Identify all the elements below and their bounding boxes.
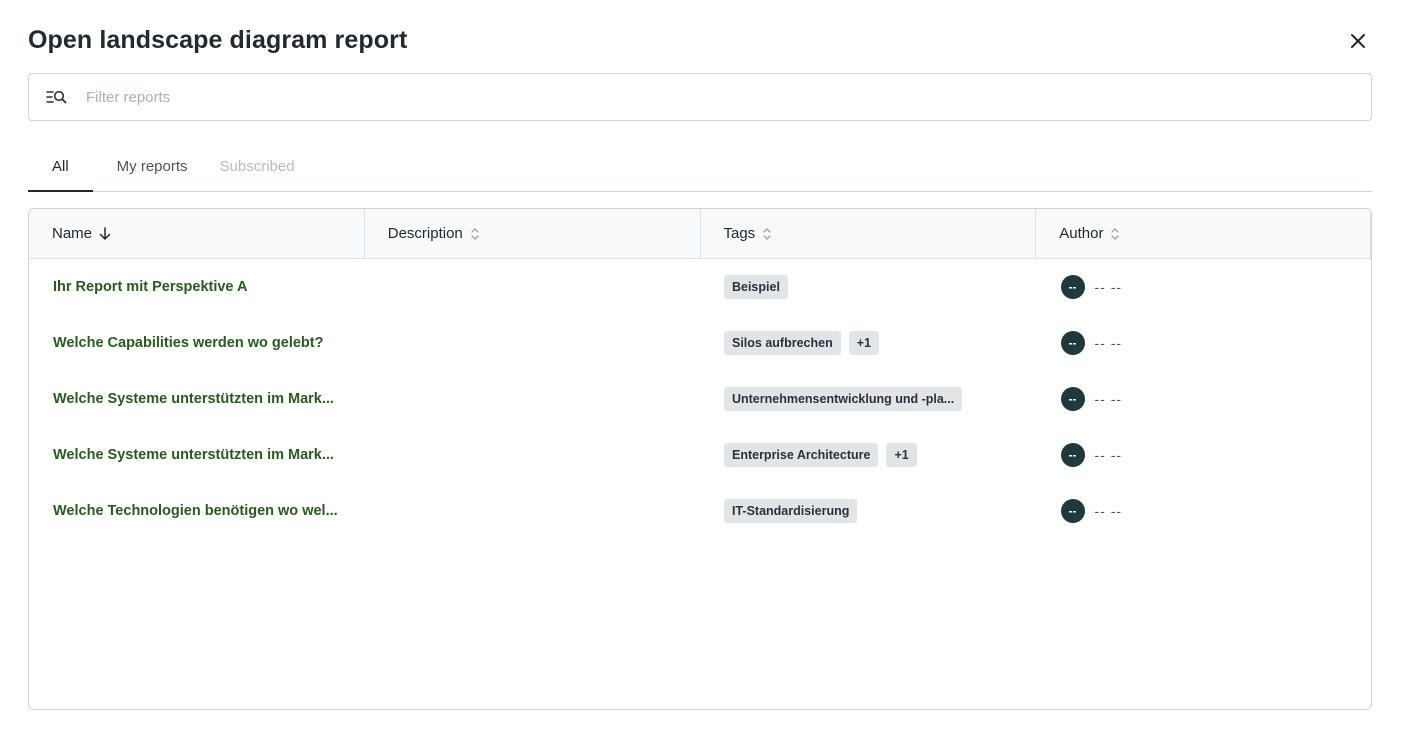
sort-icon <box>762 226 772 242</box>
column-header-author[interactable]: Author <box>1036 209 1371 258</box>
column-label: Author <box>1059 225 1104 242</box>
tag-badge[interactable]: Silos aufbrechen <box>723 331 841 355</box>
filter-search-box <box>28 73 1372 121</box>
table-header: Name Description Tags Author <box>29 209 1371 259</box>
filter-search-icon <box>46 89 68 105</box>
avatar: -- <box>1060 275 1085 299</box>
author-name: -- -- <box>1094 391 1123 407</box>
arrow-down-icon <box>99 226 111 242</box>
table-row[interactable]: Welche Technologien benötigen wo wel... … <box>29 483 1371 539</box>
table-row[interactable]: Ihr Report mit Perspektive A Beispiel --… <box>29 259 1371 315</box>
column-label: Tags <box>723 225 756 242</box>
tag-badge[interactable]: Beispiel <box>723 275 788 299</box>
sort-icon <box>470 226 480 242</box>
column-header-description[interactable]: Description <box>365 209 701 258</box>
report-name-link[interactable]: Welche Systeme unterstützten im Mark... <box>53 447 334 463</box>
dialog-title: Open landscape diagram report <box>28 26 408 54</box>
filter-reports-input[interactable] <box>86 88 1371 106</box>
report-name-link[interactable]: Welche Systeme unterstützten im Mark... <box>53 391 334 407</box>
column-label: Name <box>52 225 93 242</box>
tab-my-reports[interactable]: My reports <box>93 148 204 191</box>
column-header-tags[interactable]: Tags <box>701 209 1037 258</box>
avatar: -- <box>1060 443 1085 467</box>
column-label: Description <box>387 225 463 242</box>
report-name-link[interactable]: Welche Technologien benötigen wo wel... <box>53 503 338 519</box>
report-name-link[interactable]: Ihr Report mit Perspektive A <box>53 279 247 295</box>
column-header-name[interactable]: Name <box>29 209 365 258</box>
close-button[interactable] <box>1346 29 1370 53</box>
table-row[interactable]: Welche Capabilities werden wo gelebt? Si… <box>29 315 1371 371</box>
tab-all[interactable]: All <box>28 148 93 192</box>
tag-badge[interactable]: IT-Standardisierung <box>723 499 858 523</box>
author-name: -- -- <box>1094 447 1123 463</box>
author-name: -- -- <box>1094 279 1123 295</box>
sort-icon <box>1110 226 1120 242</box>
report-name-link[interactable]: Welche Capabilities werden wo gelebt? <box>53 335 323 351</box>
reports-table: Name Description Tags Author Ihr Report … <box>28 208 1372 710</box>
more-tags-badge[interactable]: +1 <box>848 331 879 355</box>
tab-subscribed[interactable]: Subscribed <box>204 148 319 191</box>
close-icon <box>1351 34 1365 48</box>
author-name: -- -- <box>1094 335 1123 351</box>
author-name: -- -- <box>1094 503 1123 519</box>
open-report-dialog: Open landscape diagram report All My rep… <box>0 0 1401 733</box>
avatar: -- <box>1060 387 1085 411</box>
avatar: -- <box>1060 499 1085 523</box>
table-row[interactable]: Welche Systeme unterstützten im Mark... … <box>29 427 1371 483</box>
tag-badge[interactable]: Unternehmensentwicklung und -pla... <box>723 387 963 411</box>
table-row[interactable]: Welche Systeme unterstützten im Mark... … <box>29 371 1371 427</box>
more-tags-badge[interactable]: +1 <box>886 443 917 467</box>
report-tabs: All My reports Subscribed <box>28 148 1372 192</box>
tag-badge[interactable]: Enterprise Architecture <box>723 443 879 467</box>
avatar: -- <box>1060 331 1085 355</box>
